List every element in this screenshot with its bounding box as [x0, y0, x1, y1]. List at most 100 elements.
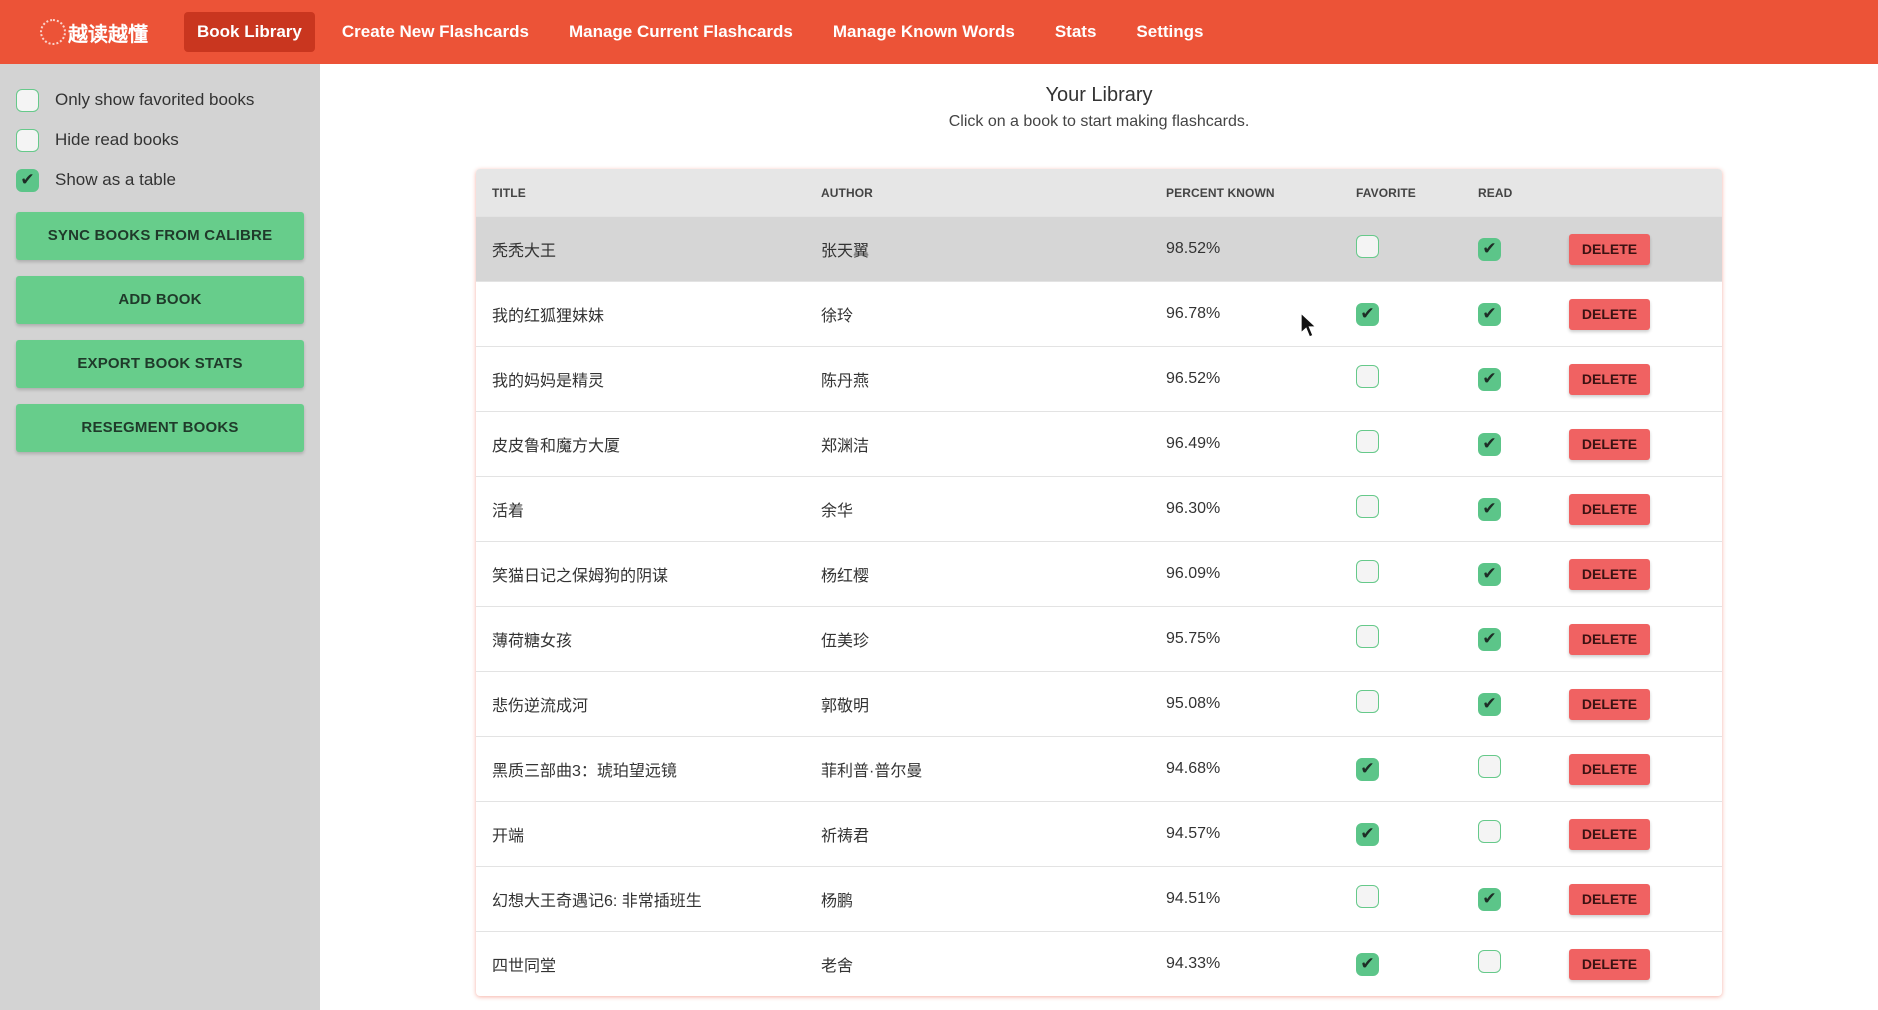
delete-button[interactable]: DELETE	[1569, 233, 1650, 265]
delete-button[interactable]: DELETE	[1569, 428, 1650, 460]
delete-cell: DELETE	[1569, 883, 1719, 915]
read-cell: ✔	[1478, 367, 1569, 391]
favorite-checkbox[interactable]	[1356, 235, 1379, 258]
table-row[interactable]: 我的红狐狸妹妹 徐玲 96.78% ✔ ✔ DELETE	[476, 281, 1722, 346]
nav-settings[interactable]: Settings	[1123, 12, 1216, 52]
book-author: 菲利普·普尔曼	[821, 763, 923, 780]
read-checkbox[interactable]	[1478, 755, 1501, 778]
favorite-checkbox[interactable]	[1356, 560, 1379, 583]
sync-books-from-calibre-button[interactable]: SYNC BOOKS FROM CALIBRE	[16, 212, 304, 260]
delete-button[interactable]: DELETE	[1569, 883, 1650, 915]
checkmark-icon: ✔	[1360, 953, 1375, 974]
read-cell: ✔	[1478, 627, 1569, 651]
add-book-button[interactable]: ADD BOOK	[16, 276, 304, 324]
hide-read-label: Hide read books	[55, 130, 179, 149]
favorite-checkbox[interactable]	[1356, 495, 1379, 518]
book-author: 徐玲	[821, 308, 854, 325]
nav-manage-known-words[interactable]: Manage Known Words	[820, 12, 1028, 52]
delete-button[interactable]: DELETE	[1569, 753, 1650, 785]
nav-book-library[interactable]: Book Library	[184, 12, 315, 52]
favorite-checkbox[interactable]: ✔	[1356, 302, 1379, 326]
table-row[interactable]: 秃秃大王 张天翼 98.52% ✔ DELETE	[476, 216, 1722, 281]
favorite-checkbox[interactable]: ✔	[1356, 757, 1379, 781]
checkmark-icon: ✔	[1482, 498, 1497, 519]
book-table: TITLE AUTHOR PERCENT KNOWN FAVORITE READ…	[476, 169, 1722, 996]
only-favorited-label: Only show favorited books	[55, 90, 255, 109]
book-title: 薄荷糖女孩	[492, 633, 573, 650]
favorite-cell	[1356, 365, 1478, 393]
delete-button[interactable]: DELETE	[1569, 558, 1650, 590]
favorite-cell: ✔	[1356, 822, 1478, 846]
book-percent-known: 94.33%	[1166, 955, 1221, 972]
delete-button[interactable]: DELETE	[1569, 948, 1650, 980]
favorite-checkbox[interactable]	[1356, 690, 1379, 713]
delete-cell: DELETE	[1569, 363, 1719, 395]
read-checkbox[interactable]: ✔	[1478, 497, 1501, 521]
read-checkbox[interactable]: ✔	[1478, 887, 1501, 911]
delete-cell: DELETE	[1569, 753, 1719, 785]
delete-button[interactable]: DELETE	[1569, 688, 1650, 720]
filter-only-favorited[interactable]: Only show favorited books	[16, 80, 304, 120]
favorite-checkbox[interactable]	[1356, 365, 1379, 388]
table-row[interactable]: 笑猫日记之保姆狗的阴谋 杨红樱 96.09% ✔ DELETE	[476, 541, 1722, 606]
table-row[interactable]: 我的妈妈是精灵 陈丹燕 96.52% ✔ DELETE	[476, 346, 1722, 411]
header-author[interactable]: AUTHOR	[821, 186, 1166, 200]
filter-show-as-table[interactable]: ✔ Show as a table	[16, 160, 304, 200]
table-row[interactable]: 薄荷糖女孩 伍美珍 95.75% ✔ DELETE	[476, 606, 1722, 671]
nav-menu: Book Library Create New Flashcards Manag…	[184, 12, 1230, 52]
book-author: 杨鹏	[821, 893, 854, 910]
delete-button[interactable]: DELETE	[1569, 298, 1650, 330]
delete-cell: DELETE	[1569, 818, 1719, 850]
favorite-cell	[1356, 885, 1478, 913]
header-percent-known[interactable]: PERCENT KNOWN	[1166, 186, 1356, 200]
table-row[interactable]: 活着 余华 96.30% ✔ DELETE	[476, 476, 1722, 541]
favorite-cell: ✔	[1356, 757, 1478, 781]
read-checkbox[interactable]: ✔	[1478, 692, 1501, 716]
read-checkbox[interactable]: ✔	[1478, 367, 1501, 391]
show-as-table-checkbox[interactable]: ✔	[16, 168, 39, 192]
read-checkbox[interactable]	[1478, 950, 1501, 973]
delete-button[interactable]: DELETE	[1569, 363, 1650, 395]
export-book-stats-button[interactable]: EXPORT BOOK STATS	[16, 340, 304, 388]
resegment-books-button[interactable]: RESEGMENT BOOKS	[16, 404, 304, 452]
read-cell	[1478, 950, 1569, 978]
read-checkbox[interactable]: ✔	[1478, 627, 1501, 651]
read-checkbox[interactable]	[1478, 820, 1501, 843]
brand[interactable]: 越读越懂	[40, 18, 170, 47]
favorite-checkbox[interactable]	[1356, 625, 1379, 648]
filter-hide-read[interactable]: Hide read books	[16, 120, 304, 160]
delete-button[interactable]: DELETE	[1569, 493, 1650, 525]
nav-manage-current-flashcards[interactable]: Manage Current Flashcards	[556, 12, 806, 52]
delete-button[interactable]: DELETE	[1569, 623, 1650, 655]
read-checkbox[interactable]: ✔	[1478, 562, 1501, 586]
table-header: TITLE AUTHOR PERCENT KNOWN FAVORITE READ	[476, 169, 1722, 216]
table-row[interactable]: 皮皮鲁和魔方大厦 郑渊洁 96.49% ✔ DELETE	[476, 411, 1722, 476]
table-row[interactable]: 悲伤逆流成河 郭敬明 95.08% ✔ DELETE	[476, 671, 1722, 736]
sidebar: Only show favorited books Hide read book…	[0, 64, 320, 1010]
favorite-checkbox[interactable]: ✔	[1356, 952, 1379, 976]
hide-read-checkbox[interactable]	[16, 128, 39, 152]
table-row[interactable]: 黑质三部曲3：琥珀望远镜 菲利普·普尔曼 94.68% ✔ DELETE	[476, 736, 1722, 801]
delete-button[interactable]: DELETE	[1569, 818, 1650, 850]
read-cell: ✔	[1478, 497, 1569, 521]
nav-create-new-flashcards[interactable]: Create New Flashcards	[329, 12, 542, 52]
nav-stats[interactable]: Stats	[1042, 12, 1110, 52]
favorite-checkbox[interactable]	[1356, 430, 1379, 453]
checkmark-icon: ✔	[1482, 303, 1497, 324]
header-read[interactable]: READ	[1478, 186, 1569, 200]
favorite-checkbox[interactable]: ✔	[1356, 822, 1379, 846]
table-row[interactable]: 开端 祈祷君 94.57% ✔ DELETE	[476, 801, 1722, 866]
read-checkbox[interactable]: ✔	[1478, 237, 1501, 261]
only-favorited-checkbox[interactable]	[16, 88, 39, 112]
read-checkbox[interactable]: ✔	[1478, 432, 1501, 456]
favorite-cell	[1356, 690, 1478, 718]
header-title[interactable]: TITLE	[476, 186, 821, 200]
book-title: 幻想大王奇遇记6: 非常插班生	[492, 893, 702, 910]
book-percent-known: 96.52%	[1166, 370, 1221, 387]
table-row[interactable]: 幻想大王奇遇记6: 非常插班生 杨鹏 94.51% ✔ DELETE	[476, 866, 1722, 931]
table-row[interactable]: 四世同堂 老舍 94.33% ✔ DELETE	[476, 931, 1722, 996]
header-favorite[interactable]: FAVORITE	[1356, 186, 1478, 200]
favorite-checkbox[interactable]	[1356, 885, 1379, 908]
read-checkbox[interactable]: ✔	[1478, 302, 1501, 326]
delete-cell: DELETE	[1569, 623, 1719, 655]
